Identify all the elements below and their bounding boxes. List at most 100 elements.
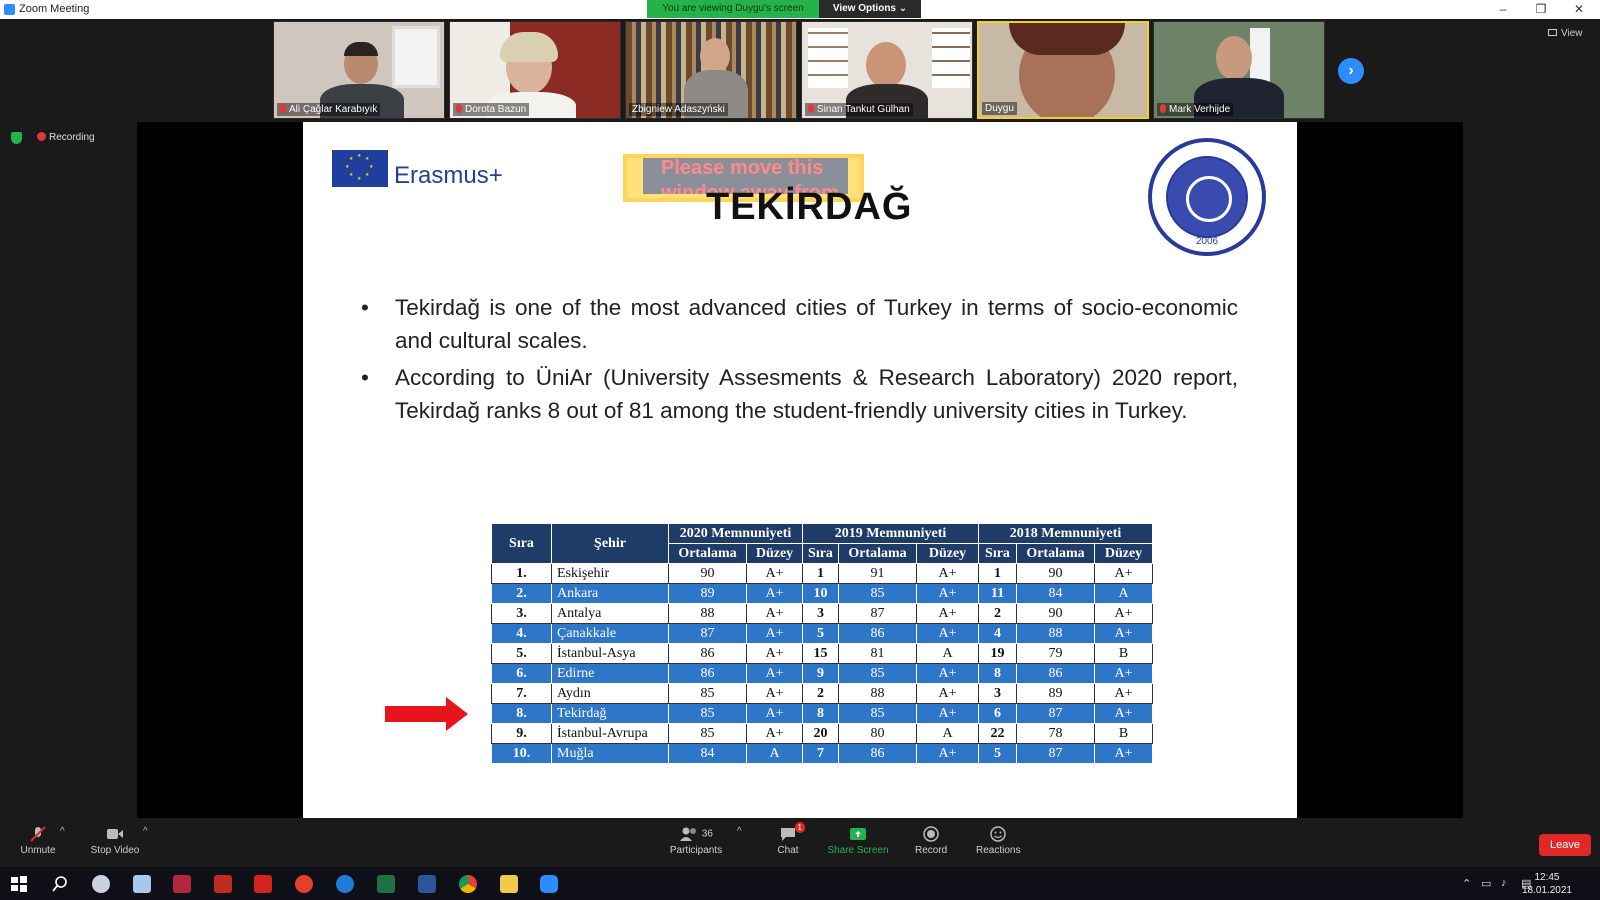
windows-taskbar: ⌃ ▭ ♪ ▤ 12:45 18.01.2021 bbox=[0, 867, 1600, 900]
chat-button[interactable]: 1 Chat bbox=[773, 822, 805, 856]
header-avg: Ortalama bbox=[838, 543, 917, 564]
table-cell-avg19: 91 bbox=[838, 563, 917, 584]
grid-view-icon bbox=[1548, 29, 1557, 36]
table-cell-lvl18: A+ bbox=[1094, 703, 1153, 724]
table-cell-r19: 7 bbox=[802, 743, 839, 764]
table-cell-r18: 5 bbox=[978, 743, 1017, 764]
table-cell-avg19: 86 bbox=[838, 743, 917, 764]
table-cell-avg18: 89 bbox=[1016, 683, 1095, 704]
zoom-taskbar-icon[interactable] bbox=[540, 875, 558, 893]
participant-name: Duygu bbox=[982, 102, 1017, 115]
table-cell-avg20: 89 bbox=[668, 583, 747, 604]
video-tile[interactable]: Sinan Tankut Gülhan bbox=[801, 21, 973, 119]
table-cell-lvl20: A+ bbox=[746, 643, 803, 664]
view-options-button[interactable]: View Options ⌄ bbox=[819, 0, 921, 18]
table-cell-r19: 2 bbox=[802, 683, 839, 704]
table-cell-lvl19: A bbox=[916, 723, 979, 744]
stop-video-button[interactable]: Stop Video bbox=[88, 826, 142, 856]
participants-button[interactable]: 36 Participants bbox=[668, 826, 724, 856]
leave-meeting-button[interactable]: Leave bbox=[1539, 834, 1591, 856]
table-cell-avg20: 85 bbox=[668, 683, 747, 704]
recording-dot-icon bbox=[37, 132, 46, 141]
table-cell-r19: 9 bbox=[802, 663, 839, 684]
table-cell-avg19: 88 bbox=[838, 683, 917, 704]
share-screen-button[interactable]: Share Screen bbox=[827, 826, 889, 856]
audio-options-caret[interactable]: ^ bbox=[60, 826, 65, 837]
table-cell-lvl19: A+ bbox=[916, 603, 979, 624]
muted-mic-icon bbox=[280, 104, 286, 113]
media-app-icon[interactable] bbox=[295, 875, 313, 893]
table-cell-r19: 8 bbox=[802, 703, 839, 724]
header-avg: Ortalama bbox=[1016, 543, 1095, 564]
windows-start-icon[interactable] bbox=[10, 875, 28, 893]
acrobat-app-icon[interactable] bbox=[254, 875, 272, 893]
next-page-arrow-icon[interactable]: › bbox=[1338, 58, 1364, 84]
minimize-button[interactable]: – bbox=[1486, 1, 1520, 18]
participant-count: 36 bbox=[701, 828, 713, 840]
security-shield-icon[interactable] bbox=[11, 132, 22, 144]
video-tile[interactable]: Ali Çağlar Karabıyık bbox=[273, 21, 445, 119]
table-row: 4. Çanakkale 87 A+ 5 86 A+ 4 88 A+ bbox=[491, 623, 1153, 644]
tray-expand-icon[interactable]: ⌃ bbox=[1462, 877, 1471, 890]
table-cell-avg19: 80 bbox=[838, 723, 917, 744]
word-app-icon[interactable] bbox=[418, 875, 436, 893]
office-app-icon[interactable] bbox=[214, 875, 232, 893]
video-tile[interactable]: Zbigniew Adaszyński bbox=[625, 21, 797, 119]
participants-options-caret[interactable]: ^ bbox=[737, 826, 742, 837]
table-cell-r19: 5 bbox=[802, 623, 839, 644]
muted-mic-icon bbox=[808, 104, 814, 113]
maximize-button[interactable]: ❐ bbox=[1524, 1, 1558, 18]
table-cell-r19: 20 bbox=[802, 723, 839, 744]
table-cell-r18: 11 bbox=[978, 583, 1017, 604]
file-explorer-icon[interactable] bbox=[500, 875, 518, 893]
record-button[interactable]: Record bbox=[915, 826, 947, 856]
search-icon[interactable] bbox=[51, 875, 69, 893]
internet-explorer-icon[interactable] bbox=[336, 875, 354, 893]
video-tile-active-speaker[interactable]: Duygu bbox=[977, 21, 1149, 119]
header-2020: 2020 Memnuniyeti bbox=[668, 523, 803, 544]
video-tile[interactable]: Dorota Bazun bbox=[449, 21, 621, 119]
view-button[interactable]: View bbox=[1548, 28, 1583, 39]
table-cell-r19: 15 bbox=[802, 643, 839, 664]
network-icon[interactable]: ▭ bbox=[1481, 877, 1491, 890]
chrome-alt-app-icon[interactable] bbox=[92, 875, 110, 893]
notepad-app-icon[interactable] bbox=[133, 875, 151, 893]
table-row: 7. Aydın 85 A+ 2 88 A+ 3 89 A+ bbox=[491, 683, 1153, 704]
excel-app-icon[interactable] bbox=[377, 875, 395, 893]
system-clock[interactable]: 12:45 18.01.2021 bbox=[1522, 871, 1572, 897]
table-cell-lvl20: A+ bbox=[746, 603, 803, 624]
header-2018: 2018 Memnuniyeti bbox=[978, 523, 1153, 544]
table-cell-avg19: 81 bbox=[838, 643, 917, 664]
table-cell-rank: 3. bbox=[491, 603, 552, 624]
table-cell-lvl18: B bbox=[1094, 643, 1153, 664]
chrome-app-icon[interactable] bbox=[459, 875, 477, 893]
table-cell-lvl18: A+ bbox=[1094, 623, 1153, 644]
volume-icon[interactable]: ♪ bbox=[1501, 877, 1507, 889]
table-cell-avg20: 85 bbox=[668, 703, 747, 724]
table-cell-lvl20: A+ bbox=[746, 563, 803, 584]
video-options-caret[interactable]: ^ bbox=[143, 826, 148, 837]
table-cell-r19: 10 bbox=[802, 583, 839, 604]
eu-flag-icon: ★ ★ ★ ★ ★ ★ ★ ★ bbox=[332, 150, 388, 187]
close-button[interactable]: ✕ bbox=[1562, 1, 1596, 18]
meeting-toolbar: Unmute ^ Stop Video ^ 36 Participants ^ … bbox=[0, 818, 1600, 867]
table-row: 10. Muğla 84 A 7 86 A+ 5 87 A+ bbox=[491, 743, 1153, 764]
header-avg: Ortalama bbox=[668, 543, 747, 564]
video-tile[interactable]: Mark Verhijde bbox=[1153, 21, 1325, 119]
table-cell-avg20: 88 bbox=[668, 603, 747, 624]
unmute-button[interactable]: Unmute bbox=[20, 826, 56, 856]
table-cell-rank: 8. bbox=[491, 703, 552, 724]
table-cell-avg20: 90 bbox=[668, 563, 747, 584]
table-cell-lvl20: A+ bbox=[746, 723, 803, 744]
table-cell-rank: 1. bbox=[491, 563, 552, 584]
table-cell-avg18: 87 bbox=[1016, 743, 1095, 764]
reactions-button[interactable]: Reactions bbox=[976, 826, 1020, 856]
table-cell-lvl20: A bbox=[746, 743, 803, 764]
table-cell-city: İstanbul-Avrupa bbox=[551, 723, 669, 744]
participant-name: Sinan Tankut Gülhan bbox=[805, 103, 913, 116]
university-seal-logo: 2006 bbox=[1148, 138, 1266, 256]
bullet-list: • Tekirdağ is one of the most advanced ci… bbox=[358, 292, 1238, 432]
calendar-app-icon[interactable] bbox=[173, 875, 191, 893]
table-cell-city: Antalya bbox=[551, 603, 669, 624]
table-cell-lvl19: A+ bbox=[916, 583, 979, 604]
